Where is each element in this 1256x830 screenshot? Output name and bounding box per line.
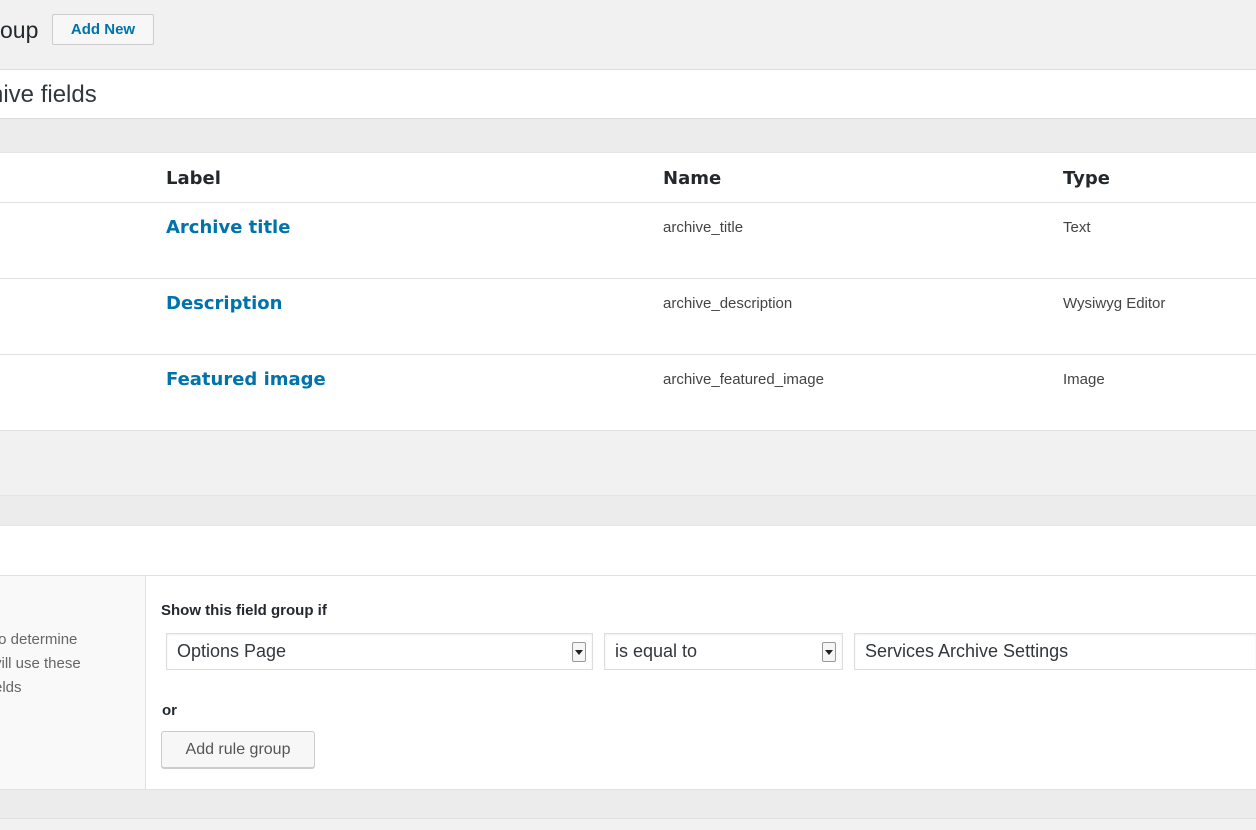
or-label: or bbox=[162, 702, 177, 719]
add-rule-group-button[interactable]: Add rule group bbox=[161, 731, 315, 768]
rule-value-select[interactable]: Services Archive Settings bbox=[854, 633, 1256, 670]
location-description-line: to determine bbox=[0, 631, 78, 648]
add-new-button[interactable]: Add New bbox=[52, 14, 154, 45]
field-type: Text bbox=[1063, 219, 1091, 236]
location-description: to determine vill use these elds bbox=[0, 628, 81, 700]
title-field-wrap: hive fields bbox=[0, 69, 1256, 119]
field-group-title-value: hive fields bbox=[0, 81, 97, 108]
field-row: Featured image archive_featured_image Im… bbox=[0, 355, 1256, 431]
fields-postbox-header bbox=[0, 119, 1256, 153]
location-description-line: vill use these bbox=[0, 655, 81, 672]
field-type: Image bbox=[1063, 371, 1105, 388]
rule-operator-value: is equal to bbox=[615, 641, 698, 661]
field-label-link[interactable]: Featured image bbox=[166, 369, 326, 390]
location-postbox-header bbox=[0, 495, 1256, 525]
fields-table: Label Name Type Archive title archive_ti… bbox=[0, 153, 1256, 431]
chevron-down-icon bbox=[572, 642, 586, 662]
field-name: archive_title bbox=[663, 219, 744, 236]
rule-operator-select[interactable]: is equal to bbox=[604, 633, 843, 670]
fields-table-header: Label Name Type bbox=[0, 153, 1256, 203]
field-label-link[interactable]: Description bbox=[166, 293, 282, 314]
page-title: oup bbox=[0, 17, 39, 43]
column-header-type: Type bbox=[1063, 168, 1110, 189]
field-name: archive_description bbox=[663, 295, 793, 312]
rule-param-select[interactable]: Options Page bbox=[166, 633, 593, 670]
location-description-line: elds bbox=[0, 679, 22, 696]
location-postbox-top bbox=[0, 525, 1256, 575]
field-row: Description archive_description Wysiwyg … bbox=[0, 279, 1256, 355]
next-postbox-header bbox=[0, 789, 1256, 819]
field-label-link[interactable]: Archive title bbox=[166, 217, 290, 238]
field-group-title-input[interactable]: hive fields bbox=[0, 81, 97, 109]
field-name: archive_featured_image bbox=[663, 371, 824, 388]
location-rules-box: to determine vill use these elds Show th… bbox=[0, 575, 1256, 789]
column-header-label: Label bbox=[166, 168, 221, 189]
column-header-name: Name bbox=[663, 168, 722, 189]
show-if-heading: Show this field group if bbox=[161, 602, 327, 619]
rule-value-value: Services Archive Settings bbox=[865, 641, 1069, 661]
field-type: Wysiwyg Editor bbox=[1063, 295, 1166, 312]
page-header: oup Add New bbox=[0, 0, 1256, 68]
chevron-down-icon bbox=[822, 642, 836, 662]
field-row: Archive title archive_title Text bbox=[0, 203, 1256, 279]
fields-footer-area bbox=[0, 432, 1256, 495]
location-description-panel: to determine vill use these elds bbox=[0, 576, 146, 789]
rule-param-value: Options Page bbox=[177, 641, 287, 661]
